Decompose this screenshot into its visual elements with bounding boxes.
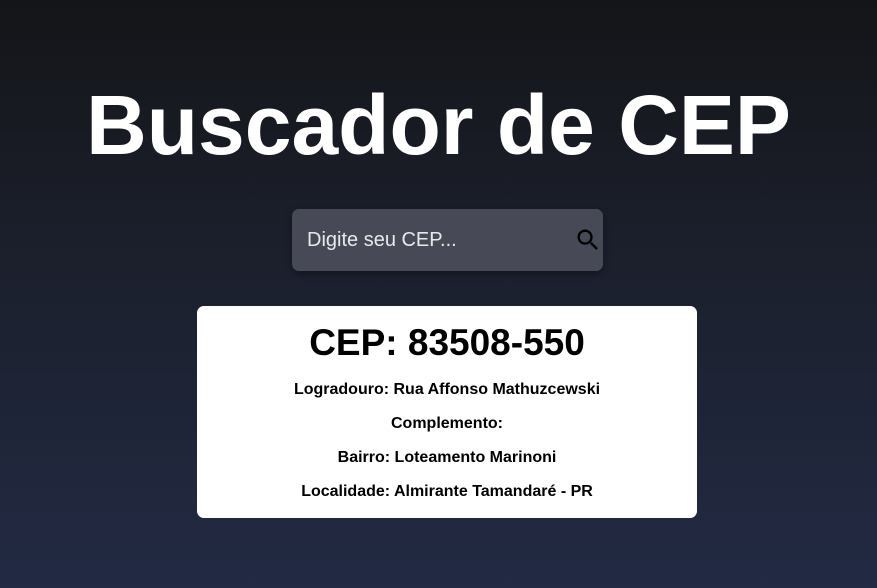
search-icon [577,229,598,250]
cep-result-title: CEP: 83508-550 [309,322,585,363]
cep-search-input[interactable] [292,209,572,271]
localidade-field: Localidade: Almirante Tamandaré - PR [301,483,593,500]
complemento-field: Complemento: [391,415,503,432]
bairro-field: Bairro: Loteamento Marinoni [337,449,557,466]
search-button[interactable] [572,209,603,271]
cep-result-card: CEP: 83508-550 Logradouro: Rua Affonso M… [197,306,697,518]
logradouro-field: Logradouro: Rua Affonso Mathuzcewski [293,381,601,398]
search-bar [292,209,603,271]
page-title: Buscador de CEP [86,78,791,172]
page: { "header": { "title": "Buscador de CEP"… [0,0,877,588]
